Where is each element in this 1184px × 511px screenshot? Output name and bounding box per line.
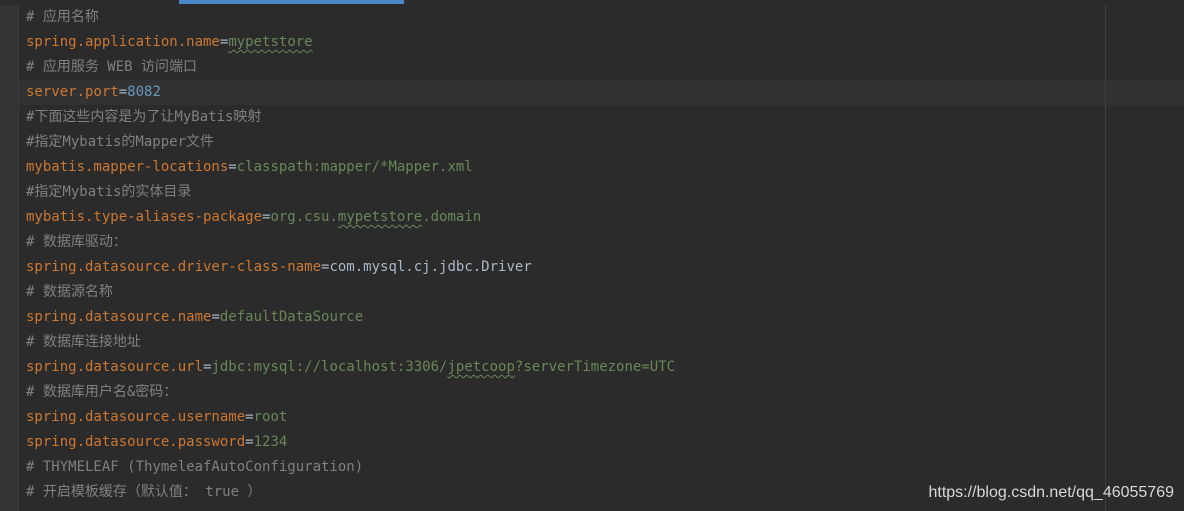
comment-line[interactable]: # 应用名称 [26, 5, 675, 30]
comment-text: # THYMELEAF (ThymeleafAutoConfiguration) [26, 459, 364, 475]
comment-text: # 开启模板缓存（默认值： true ） [26, 484, 262, 500]
property-line[interactable]: mybatis.mapper-locations=classpath:mappe… [26, 155, 675, 180]
property-value: .domain [422, 209, 482, 225]
property-key: server.port [26, 84, 119, 100]
property-key: spring.datasource.username [26, 409, 246, 425]
active-tab-indicator[interactable] [179, 0, 404, 4]
property-separator: = [211, 309, 220, 325]
comment-text: # 数据库驱动： [26, 234, 127, 250]
property-key: spring.datasource.name [26, 309, 212, 325]
property-value: ?serverTimezone=UTC [514, 359, 676, 375]
comment-line[interactable]: # 数据库用户名&密码： [26, 380, 675, 405]
property-line[interactable]: spring.datasource.name=defaultDataSource [26, 305, 675, 330]
comment-line[interactable]: #下面这些内容是为了让MyBatis映射 [26, 105, 675, 130]
property-key: spring.datasource.password [26, 434, 246, 450]
comment-line[interactable]: # 开启模板缓存（默认值： true ） [26, 480, 675, 505]
comment-text: # 数据库连接地址 [26, 334, 141, 350]
comment-text: #指定Mybatis的Mapper文件 [26, 134, 215, 150]
property-key: spring.application.name [26, 34, 220, 50]
comment-line[interactable]: # 数据库连接地址 [26, 330, 675, 355]
property-value: org.csu. [270, 209, 338, 225]
property-value: jdbc:mysql://localhost:3306/ [211, 359, 448, 375]
property-line[interactable]: server.port=8082 [26, 80, 675, 105]
comment-text: #指定Mybatis的实体目录 [26, 184, 192, 200]
comment-line[interactable]: # 应用服务 WEB 访问端口 [26, 55, 675, 80]
comment-line[interactable]: # 数据源名称 [26, 280, 675, 305]
property-value: defaultDataSource [219, 309, 364, 325]
watermark-text: https://blog.csdn.net/qq_46055769 [928, 484, 1174, 501]
property-key: spring.datasource.driver-class-name [26, 259, 322, 275]
right-margin-guide [1105, 5, 1106, 511]
spellcheck-flagged-value: jpetcoop [447, 359, 515, 375]
spellcheck-flagged-value: mypetstore [228, 34, 313, 50]
property-separator: = [118, 84, 128, 100]
comment-line[interactable]: # 数据库驱动： [26, 230, 675, 255]
property-separator: = [228, 159, 237, 175]
property-line[interactable]: spring.datasource.password=1234 [26, 430, 675, 455]
property-value: 8082 [127, 84, 161, 100]
comment-text: # 应用名称 [26, 9, 99, 25]
property-key: mybatis.mapper-locations [26, 159, 229, 175]
comment-line[interactable]: #指定Mybatis的实体目录 [26, 180, 675, 205]
property-separator: = [245, 409, 254, 425]
property-line[interactable]: spring.datasource.username=root [26, 405, 675, 430]
comment-line[interactable]: # THYMELEAF (ThymeleafAutoConfiguration) [26, 455, 675, 480]
comment-text: # 应用服务 WEB 访问端口 [26, 59, 198, 75]
comment-text: # 数据源名称 [26, 284, 113, 300]
comment-line[interactable]: #指定Mybatis的Mapper文件 [26, 130, 675, 155]
property-key: mybatis.type-aliases-package [26, 209, 263, 225]
spellcheck-flagged-value: mypetstore [337, 209, 423, 225]
code-lines[interactable]: # 应用名称 spring.application.name=mypetstore… [26, 5, 675, 505]
property-separator: = [245, 434, 254, 450]
property-key: spring.datasource.url [26, 359, 204, 375]
property-value: 1234 [253, 434, 288, 450]
property-value: root [253, 409, 288, 425]
editor-gutter [0, 5, 19, 511]
property-line[interactable]: spring.datasource.url=jdbc:mysql://local… [26, 355, 675, 380]
property-line[interactable]: spring.application.name=mypetstore [26, 30, 675, 55]
property-value: com.mysql.cj.jdbc.Driver [329, 259, 532, 275]
code-editor[interactable]: # 应用名称 spring.application.name=mypetstore… [0, 0, 1184, 511]
comment-text: # 数据库用户名&密码： [26, 384, 178, 400]
property-line[interactable]: spring.datasource.driver-class-name=com.… [26, 255, 675, 280]
property-value: classpath:mapper/*Mapper.xml [236, 159, 473, 175]
comment-text: #下面这些内容是为了让MyBatis映射 [26, 109, 262, 125]
property-line[interactable]: mybatis.type-aliases-package=org.csu.myp… [26, 205, 675, 230]
